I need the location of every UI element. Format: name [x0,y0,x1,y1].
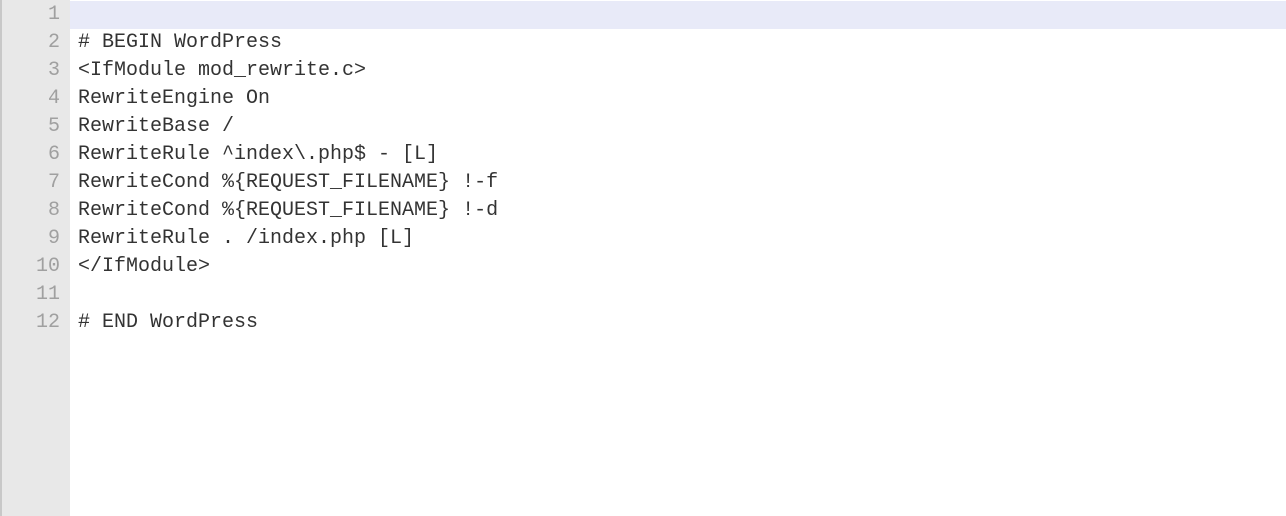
code-line[interactable]: RewriteBase / [70,113,1286,141]
code-line[interactable]: </IfModule> [70,253,1286,281]
line-number: 12 [2,309,70,337]
code-line[interactable]: <IfModule mod_rewrite.c> [70,57,1286,85]
code-line[interactable] [70,1,1286,29]
code-content[interactable]: # BEGIN WordPress <IfModule mod_rewrite.… [70,0,1286,516]
line-number: 7 [2,169,70,197]
code-line[interactable]: # BEGIN WordPress [70,29,1286,57]
line-number: 2 [2,29,70,57]
code-line[interactable] [70,281,1286,309]
line-number-gutter: 1 2 3 4 5 6 7 8 9 10 11 12 [2,0,70,516]
line-number: 8 [2,197,70,225]
code-editor[interactable]: 1 2 3 4 5 6 7 8 9 10 11 12 # BEGIN WordP… [2,0,1286,516]
line-number: 4 [2,85,70,113]
line-number: 3 [2,57,70,85]
code-line[interactable]: RewriteRule ^index\.php$ - [L] [70,141,1286,169]
code-line[interactable]: RewriteEngine On [70,85,1286,113]
line-number: 11 [2,281,70,309]
code-line[interactable]: # END WordPress [70,309,1286,337]
code-line[interactable]: RewriteCond %{REQUEST_FILENAME} !-f [70,169,1286,197]
line-number: 1 [2,1,70,29]
code-line[interactable]: RewriteCond %{REQUEST_FILENAME} !-d [70,197,1286,225]
line-number: 10 [2,253,70,281]
code-line[interactable]: RewriteRule . /index.php [L] [70,225,1286,253]
line-number: 6 [2,141,70,169]
line-number: 5 [2,113,70,141]
line-number: 9 [2,225,70,253]
